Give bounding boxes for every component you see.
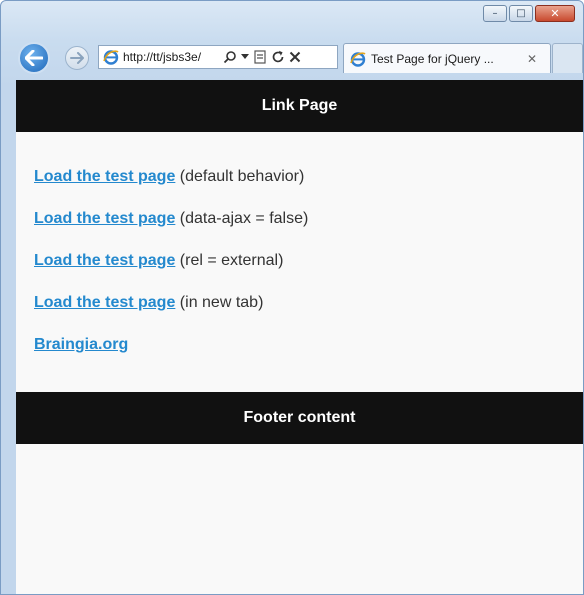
forward-button[interactable] xyxy=(65,46,89,70)
close-tab-icon[interactable]: ✕ xyxy=(527,52,537,66)
list-item: Load the test page (data-ajax = false) xyxy=(34,210,308,252)
braingia-link[interactable]: Braingia.org xyxy=(34,336,128,353)
refresh-icon[interactable] xyxy=(271,50,285,64)
list-item: Load the test page (rel = external) xyxy=(34,252,308,294)
address-bar-icons xyxy=(223,50,301,64)
close-icon: ✕ xyxy=(550,7,560,20)
close-button[interactable]: ✕ xyxy=(535,5,575,22)
new-tab-button[interactable] xyxy=(552,43,583,73)
page-header: Link Page xyxy=(16,80,583,132)
search-icon[interactable] xyxy=(223,50,237,64)
address-url: http://tt/jsbs3e/ xyxy=(123,50,202,64)
window-controls: – □ ✕ xyxy=(483,5,575,22)
browser-toolbar: http://tt/jsbs3e/ Test Page for jQuery .… xyxy=(1,40,583,80)
link-note: (data-ajax = false) xyxy=(175,210,309,227)
list-item: Load the test page (in new tab) xyxy=(34,294,308,336)
tab-title: Test Page for jQuery ... xyxy=(371,51,494,66)
ie-logo-icon xyxy=(350,51,366,67)
minimize-icon: – xyxy=(492,7,498,19)
link-note: (default behavior) xyxy=(175,168,305,185)
forward-arrow-icon xyxy=(70,52,84,64)
page-title: Link Page xyxy=(261,97,338,114)
test-page-link-default[interactable]: Load the test page xyxy=(34,168,175,185)
test-page-link-no-ajax[interactable]: Load the test page xyxy=(34,210,175,227)
page-footer: Footer content xyxy=(16,392,583,444)
back-arrow-icon xyxy=(25,50,43,66)
compatibility-icon[interactable] xyxy=(253,50,267,64)
test-page-link-external[interactable]: Load the test page xyxy=(34,252,175,269)
footer-text: Footer content xyxy=(243,409,356,426)
maximize-icon: □ xyxy=(516,7,526,19)
minimize-button[interactable]: – xyxy=(483,5,507,22)
page-content: Link Page Load the test page (default be… xyxy=(16,80,583,594)
list-item: Braingia.org xyxy=(34,336,308,378)
maximize-button[interactable]: □ xyxy=(509,5,533,22)
tab-active[interactable]: Test Page for jQuery ... ✕ xyxy=(343,43,551,73)
address-bar[interactable]: http://tt/jsbs3e/ xyxy=(98,45,338,69)
test-page-link-new-tab[interactable]: Load the test page xyxy=(34,294,175,311)
link-list: Load the test page (default behavior) Lo… xyxy=(34,168,308,378)
stop-icon[interactable] xyxy=(289,51,301,63)
ie-logo-icon xyxy=(103,50,119,65)
link-note: (rel = external) xyxy=(175,252,284,269)
link-note: (in new tab) xyxy=(175,294,264,311)
back-button[interactable] xyxy=(18,42,50,74)
list-item: Load the test page (default behavior) xyxy=(34,168,308,210)
dropdown-icon[interactable] xyxy=(241,54,249,60)
browser-window: – □ ✕ http://tt/jsbs3e/ Test Page for jQ… xyxy=(0,0,584,595)
